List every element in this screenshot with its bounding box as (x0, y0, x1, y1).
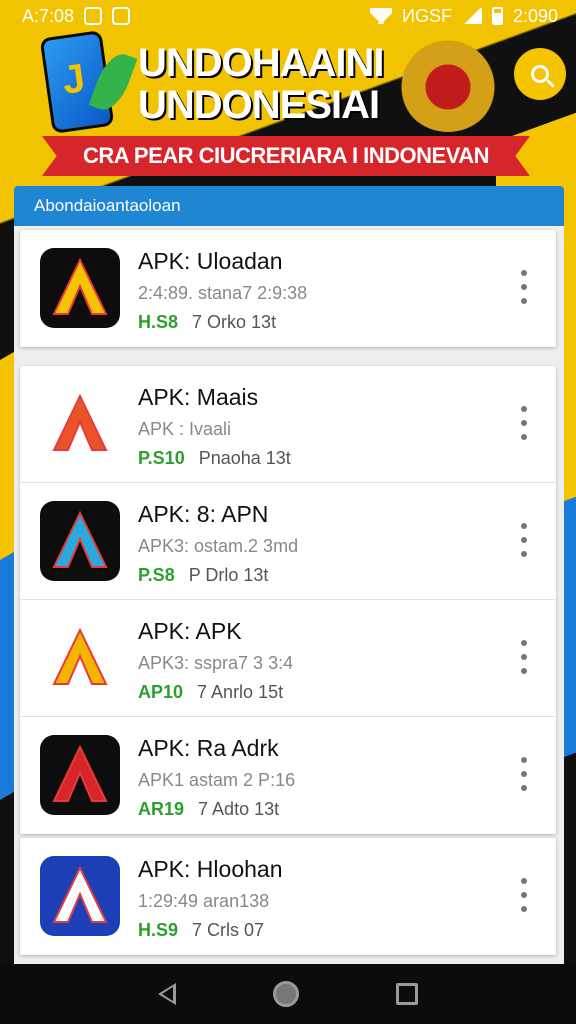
app-icon (40, 735, 120, 815)
more-options-icon[interactable] (514, 640, 534, 674)
app-meta: 7 Orko 13t (192, 312, 277, 332)
recent-apps-icon[interactable] (395, 983, 418, 1005)
app-subtitle: APK3: ostam.2 3md (138, 536, 299, 556)
app-subtitle: APK3: sspra7 3 3:4 (138, 653, 294, 673)
carrier-label: ИGSF (402, 5, 452, 26)
garuda-emblem-icon (398, 32, 498, 132)
battery-icon (491, 7, 503, 25)
app-icon (40, 618, 120, 698)
search-icon (531, 65, 549, 83)
list-section-header: Abondaioantaoloan (14, 186, 564, 226)
search-button[interactable] (514, 48, 566, 100)
list-item[interactable]: APK: APK APK3: sspra7 3 3:4 AP10 7 Anrlo … (20, 600, 556, 717)
app-icon (40, 501, 120, 581)
app-subtitle: 1:29:49 aran138 (138, 891, 270, 911)
more-options-icon[interactable] (514, 878, 534, 912)
signal-icon (461, 8, 482, 24)
list-item[interactable]: APK: Hloohan 1:29:49 aran138 H.S9 7 Crls … (20, 838, 556, 955)
app-tag: P.S10 (138, 448, 185, 468)
app-icon (40, 856, 120, 936)
app-title: APK: Hloohan (138, 856, 283, 882)
status-time-left: A:7:08 (22, 5, 75, 26)
home-icon[interactable] (272, 981, 299, 1007)
more-options-icon[interactable] (514, 406, 534, 440)
banner-ribbon: CRA PEAR CIUCRERIARA I INDONEVAN (42, 136, 530, 176)
app-tag: AR19 (138, 799, 185, 819)
list-item[interactable]: APK: Ra Adrk APK1 astam 2 P:16 AR19 7 Adt… (20, 717, 556, 834)
navigation-bar (0, 964, 576, 1024)
app-meta: 7 Anrlo 15t (197, 682, 284, 702)
app-subtitle: 2:4:89. stana7 2:9:38 (138, 283, 308, 303)
app-card: APK: Uloadan 2:4:89. stana7 2:9:38 H.S8 7… (20, 230, 556, 347)
list-item[interactable]: APK: Maais APK : Ivaali P.S10 Pnaoha 13t (20, 366, 556, 483)
app-title: APK: 8: APN (138, 501, 269, 527)
more-options-icon[interactable] (514, 757, 534, 791)
app-meta: 7 Crls 07 (192, 920, 265, 940)
app-meta: Pnaoha 13t (198, 448, 291, 468)
app-icon (40, 384, 120, 464)
app-title: APK: Uloadan (138, 248, 283, 274)
app-title: APK: APK (138, 618, 242, 644)
header-banner: UNDOHAAINI UNDONESIAI CRA PEAR CIUCRERIA… (0, 30, 576, 188)
app-tag: H.S8 (138, 312, 179, 332)
list-item[interactable]: APK: Uloadan 2:4:89. stana7 2:9:38 H.S8 7… (20, 230, 556, 347)
back-icon[interactable] (158, 983, 177, 1005)
list-item[interactable]: APK: 8: APN APK3: ostam.2 3md P.S8 P Drlo… (20, 483, 556, 600)
app-subtitle: APK1 astam 2 P:16 (138, 770, 296, 790)
title-line-2: UNDONESIAI (138, 83, 380, 127)
app-list: APK: Uloadan 2:4:89. stana7 2:9:38 H.S8 7… (14, 226, 564, 964)
more-options-icon[interactable] (514, 523, 534, 557)
camera-icon (112, 7, 131, 25)
status-bar: A:7:08 ИGSF 2:090 (0, 0, 576, 32)
title-line-1: UNDOHAAINI (138, 41, 385, 85)
ribbon-text: CRA PEAR CIUCRERIARA I INDONEVAN (82, 143, 490, 168)
app-meta: P Drlo 13t (188, 565, 269, 585)
status-time: 2:090 (512, 5, 558, 26)
app-title: APK: Ra Adrk (138, 735, 279, 761)
list-section-title: Abondaioantaoloan (34, 196, 181, 215)
status-right: ИGSF 2:090 (370, 6, 558, 27)
app-card: APK: Maais APK : Ivaali P.S10 Pnaoha 13t … (20, 366, 556, 834)
app-icon (40, 248, 120, 328)
app-title: APK: Maais (138, 384, 259, 410)
wifi-icon (370, 8, 392, 24)
app-card: APK: Hloohan 1:29:49 aran138 H.S9 7 Crls … (20, 838, 556, 955)
app-tag: P.S8 (138, 565, 175, 585)
status-left: A:7:08 (22, 5, 131, 27)
more-options-icon[interactable] (514, 270, 534, 304)
notification-icon (84, 7, 103, 25)
app-meta: 7 Adto 13t (198, 799, 280, 819)
app-tag: AP10 (138, 682, 184, 702)
app-tag: H.S9 (138, 920, 179, 940)
app-subtitle: APK : Ivaali (138, 419, 232, 439)
page-title: UNDOHAAINI UNDONESIAI (138, 42, 388, 126)
